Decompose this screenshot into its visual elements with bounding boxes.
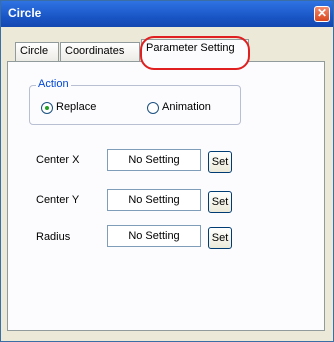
window-title: Circle	[8, 6, 42, 20]
center-x-set-button[interactable]: Set	[208, 151, 232, 173]
center-y-field: No Setting	[107, 189, 201, 211]
replace-radio[interactable]	[41, 102, 53, 114]
center-y-set-button[interactable]: Set	[208, 191, 232, 213]
center-y-label: Center Y	[36, 194, 80, 206]
tab-label: Parameter Setting	[146, 42, 235, 54]
tab-parameter-setting[interactable]: Parameter Setting	[141, 39, 249, 62]
radio-selected-dot	[45, 106, 49, 110]
animation-radio[interactable]	[147, 102, 159, 114]
tab-circle[interactable]: Circle	[15, 42, 59, 61]
animation-radio-label[interactable]: Animation	[162, 101, 211, 113]
tab-label: Coordinates	[65, 45, 125, 57]
title-bar[interactable]: Circle ✕	[1, 1, 333, 27]
replace-radio-label[interactable]: Replace	[56, 101, 96, 113]
dialog-window: Circle ✕ Circle Coordinates Parameter Se…	[0, 0, 334, 342]
tab-coordinates[interactable]: Coordinates	[60, 42, 140, 61]
radius-set-button[interactable]: Set	[208, 227, 232, 249]
tab-label: Circle	[20, 45, 49, 57]
action-group-label: Action	[36, 78, 71, 90]
center-x-field: No Setting	[107, 149, 201, 171]
radius-field: No Setting	[107, 225, 201, 247]
radius-label: Radius	[36, 231, 71, 243]
close-icon[interactable]: ✕	[314, 6, 330, 22]
center-x-label: Center X	[36, 154, 80, 166]
